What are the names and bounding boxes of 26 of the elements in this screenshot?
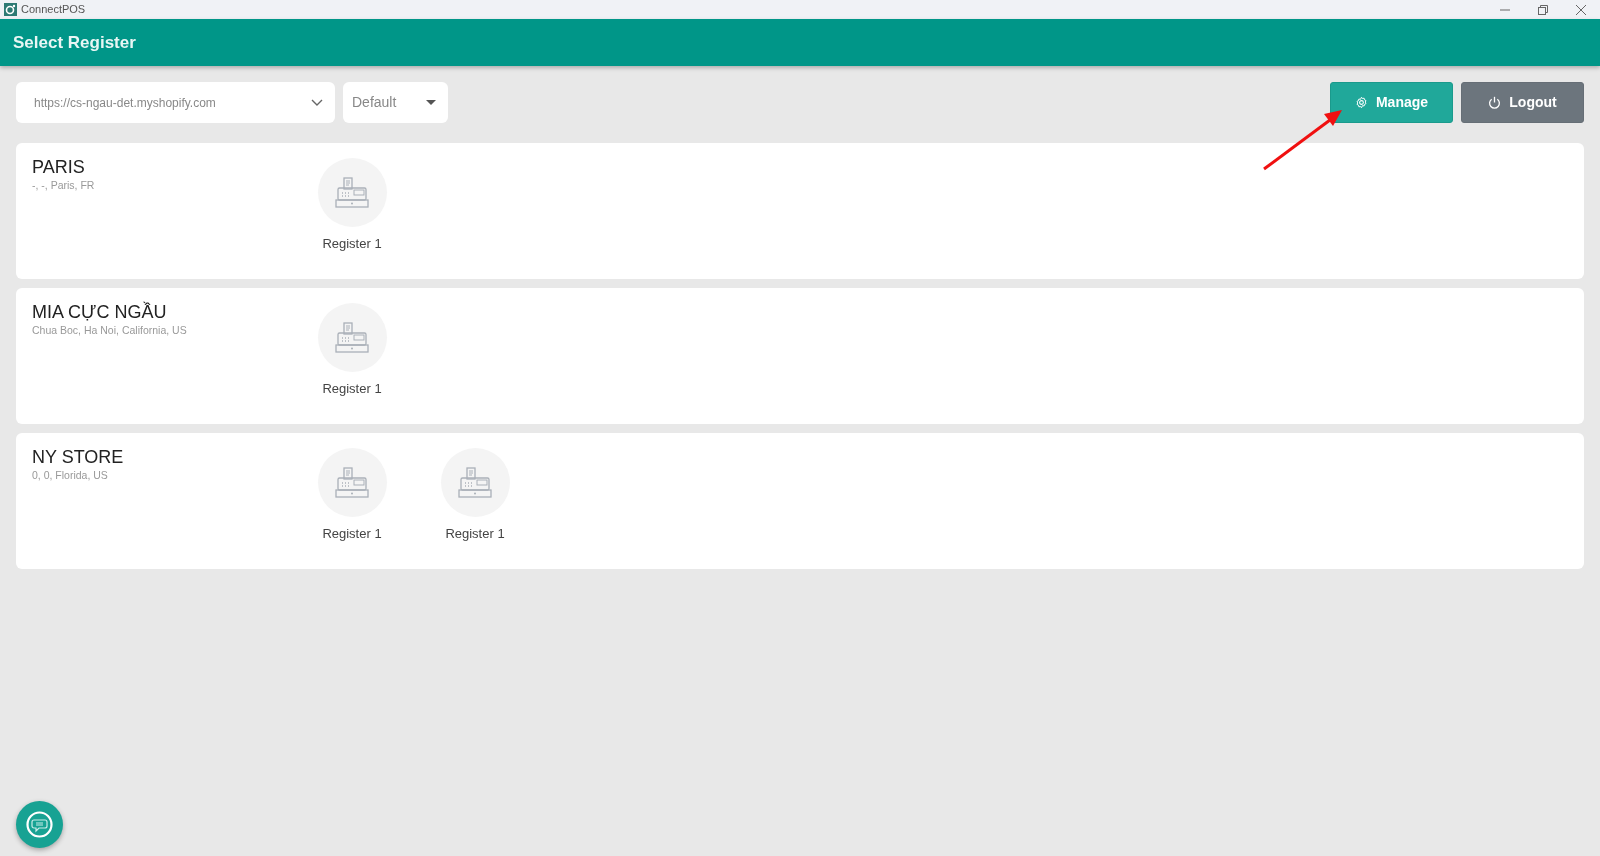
store-address: -, -, Paris, FR (32, 177, 96, 193)
cash-register-icon (334, 321, 370, 354)
outlet-dropdown[interactable]: Default (343, 82, 448, 123)
chat-icon (26, 811, 53, 838)
chevron-down-icon (311, 98, 323, 107)
register-label[interactable]: Register 1 (322, 524, 382, 544)
store-address: 0, 0, Florida, US (32, 467, 109, 483)
logout-button[interactable]: Logout (1461, 82, 1584, 123)
store-name: PARIS (32, 158, 86, 178)
cash-register-icon (457, 466, 493, 499)
settings-icon (1354, 96, 1368, 109)
page-title: Select Register (12, 31, 136, 54)
store-name: MIA CỰC NGẦU (32, 303, 168, 323)
power-icon (1488, 96, 1502, 109)
cash-register-icon (334, 466, 370, 499)
store-address: Chua Boc, Ha Noi, California, US (32, 322, 188, 338)
app-logo-icon (4, 3, 17, 16)
caret-icon (426, 99, 436, 106)
store-url-dropdown[interactable]: https://cs-ngau-det.myshopify.com (16, 82, 335, 123)
cash-register-icon (334, 176, 370, 209)
register-label[interactable]: Register 1 (322, 234, 382, 254)
register-label[interactable]: Register 1 (445, 524, 505, 544)
window-title: ConnectPOS (21, 2, 86, 18)
register-label[interactable]: Register 1 (322, 379, 382, 399)
store-name: NY STORE (32, 448, 125, 468)
chat-button[interactable] (16, 801, 63, 848)
